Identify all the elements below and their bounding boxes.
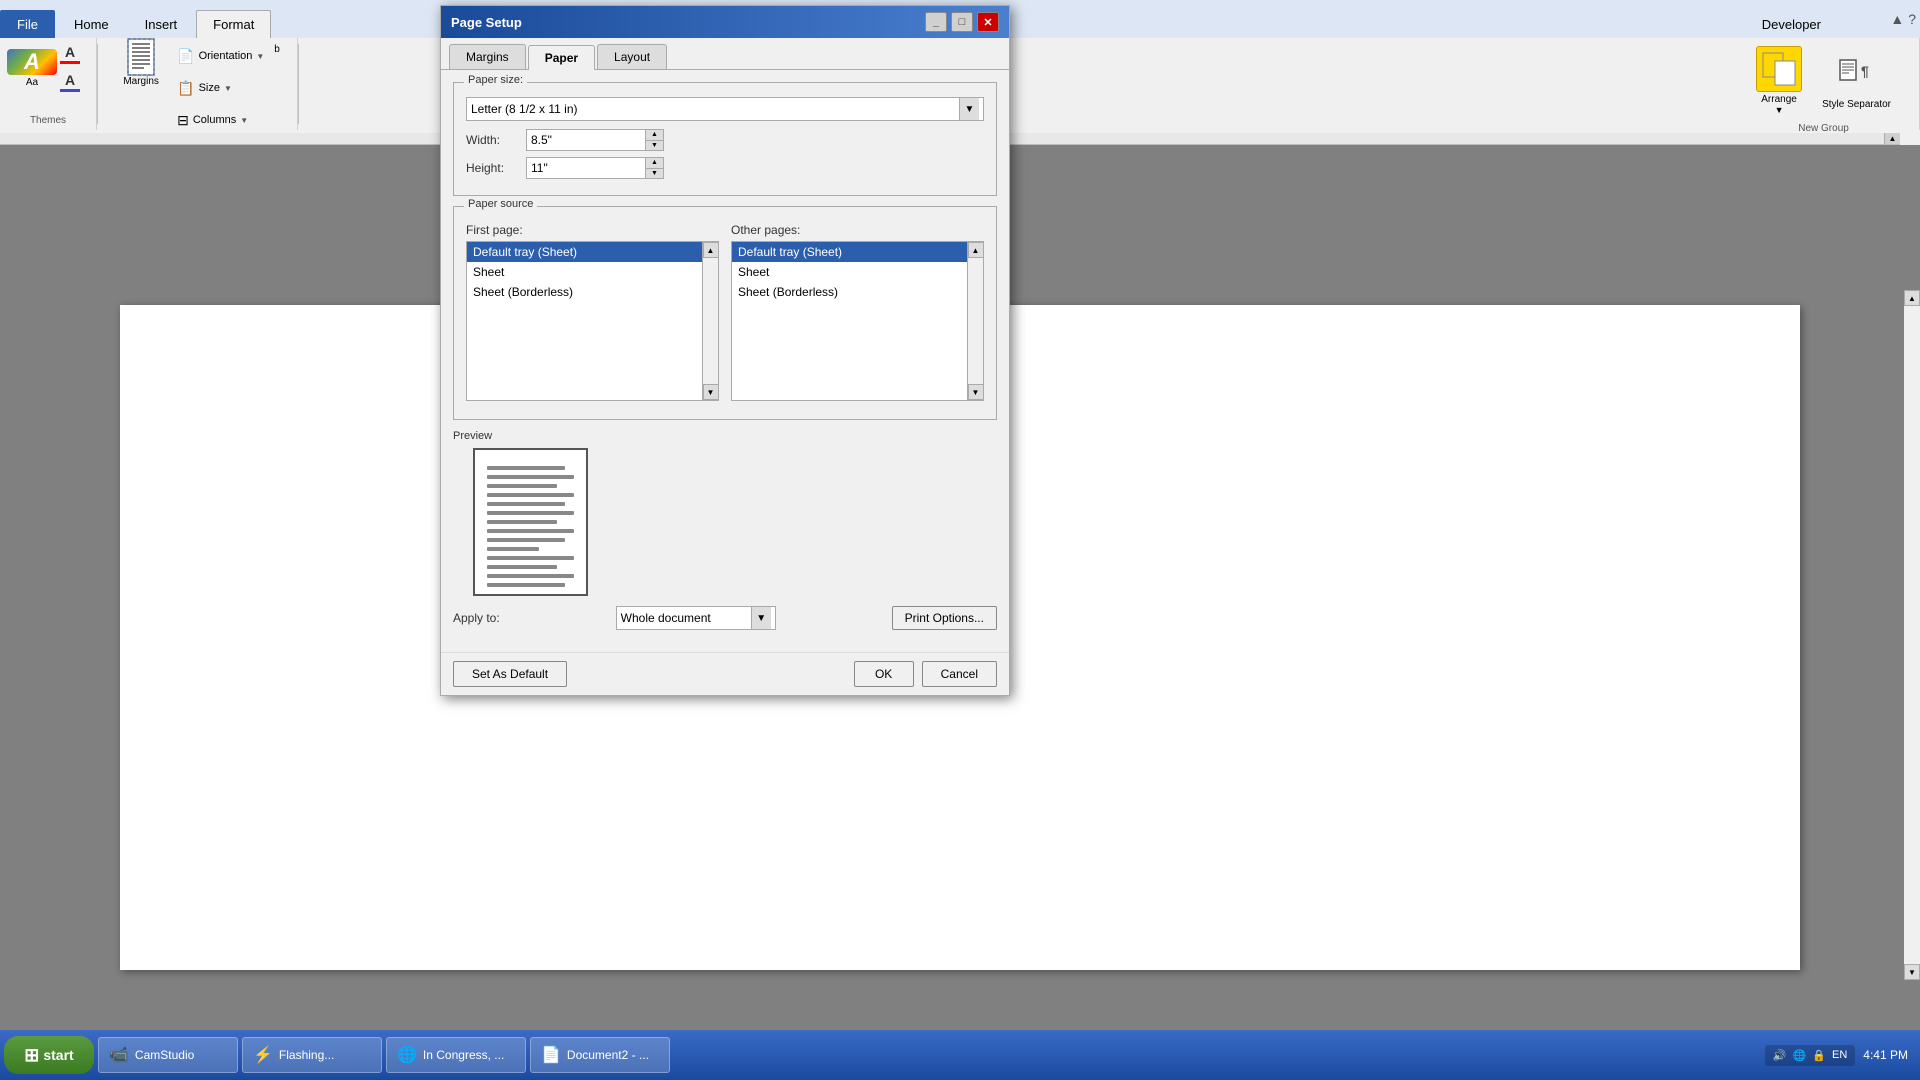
width-spinner[interactable]: ▲ ▼ bbox=[646, 129, 664, 151]
security-icon[interactable]: 🔒 bbox=[1812, 1049, 1826, 1062]
dialog-maximize-button[interactable]: □ bbox=[951, 12, 973, 32]
first-page-column: First page: Default tray (Sheet) Sheet S… bbox=[466, 223, 719, 401]
style-separator-icon: ¶ bbox=[1834, 51, 1880, 97]
apply-to-dropdown-arrow[interactable]: ▼ bbox=[751, 607, 771, 629]
set-as-default-button[interactable]: Set As Default bbox=[453, 661, 567, 687]
first-page-scroll-up[interactable]: ▲ bbox=[703, 242, 719, 258]
taskbar-item-camstudio[interactable]: 📹 CamStudio bbox=[98, 1037, 238, 1073]
svg-text:¶: ¶ bbox=[1861, 63, 1869, 79]
scroll-down-arrow[interactable]: ▼ bbox=[1904, 964, 1920, 980]
dialog-title: Page Setup bbox=[451, 15, 925, 30]
system-tray: 🔊 🌐 🔒 EN bbox=[1765, 1045, 1855, 1066]
height-spinner[interactable]: ▲ ▼ bbox=[646, 157, 664, 179]
dialog-content: Paper size: Letter (8 1/2 x 11 in) ▼ Wid… bbox=[441, 70, 1009, 652]
volume-icon[interactable]: 🔊 bbox=[1773, 1049, 1787, 1062]
apply-to-row: Apply to: Whole document ▼ Print Options… bbox=[453, 606, 997, 630]
start-logo: ⊞ bbox=[24, 1045, 39, 1066]
vertical-scrollbar[interactable]: ▲ ▼ bbox=[1904, 290, 1920, 980]
list-item[interactable]: Sheet (Borderless) bbox=[732, 282, 983, 302]
width-input[interactable]: 8.5" bbox=[526, 129, 646, 151]
tab-developer[interactable]: Developer bbox=[1745, 10, 1838, 38]
taskbar-right: 🔊 🌐 🔒 EN 4:41 PM bbox=[1765, 1045, 1916, 1066]
themes-icon: A bbox=[7, 49, 57, 75]
flashing-icon: ⚡ bbox=[253, 1045, 273, 1065]
dialog-tab-layout[interactable]: Layout bbox=[597, 44, 667, 69]
start-button[interactable]: ⊞ start bbox=[4, 1036, 94, 1074]
height-increment[interactable]: ▲ bbox=[646, 158, 663, 169]
list-item[interactable]: Default tray (Sheet) bbox=[467, 242, 718, 262]
paper-size-section: Paper size: Letter (8 1/2 x 11 in) ▼ Wid… bbox=[453, 82, 997, 196]
height-input[interactable]: 11" bbox=[526, 157, 646, 179]
apply-to-select[interactable]: Whole document ▼ bbox=[616, 606, 776, 630]
ribbon-help-button[interactable]: ? bbox=[1908, 11, 1916, 27]
margins-button[interactable]: Margins bbox=[115, 42, 167, 82]
camstudio-icon: 📹 bbox=[109, 1045, 129, 1065]
tab-home[interactable]: Home bbox=[57, 10, 126, 38]
arrange-icon bbox=[1756, 46, 1802, 92]
font-color-button[interactable]: A bbox=[56, 42, 84, 66]
dialog-close-button[interactable]: ✕ bbox=[977, 12, 999, 32]
taskbar-item-document[interactable]: 📄 Document2 - ... bbox=[530, 1037, 670, 1073]
network-icon[interactable]: 🌐 bbox=[1793, 1049, 1807, 1062]
other-pages-listbox[interactable]: Default tray (Sheet) Sheet Sheet (Border… bbox=[731, 241, 984, 401]
taskbar: ⊞ start 📹 CamStudio ⚡ Flashing... 🌐 In C… bbox=[0, 1030, 1920, 1080]
first-page-scroll-down[interactable]: ▼ bbox=[703, 384, 719, 400]
size-button[interactable]: 📋 Size ▼ bbox=[175, 74, 234, 102]
page-preview bbox=[473, 448, 588, 596]
highlight-button[interactable]: A bbox=[56, 70, 84, 94]
first-page-scroll-track bbox=[703, 258, 718, 384]
columns-button[interactable]: ⊟ Columns ▼ bbox=[175, 106, 250, 134]
height-decrement[interactable]: ▼ bbox=[646, 169, 663, 179]
language-icon: EN bbox=[1832, 1049, 1847, 1061]
tab-file[interactable]: File bbox=[0, 10, 55, 38]
ribbon-group-page-setup: Margins 📄 Orientation ▼ 📋 Size bbox=[98, 38, 298, 130]
dialog-titlebar: Page Setup _ □ ✕ bbox=[441, 6, 1009, 38]
themes-group-label: Themes bbox=[30, 111, 66, 126]
scroll-up-arrow[interactable]: ▲ bbox=[1904, 290, 1920, 306]
orientation-button[interactable]: 📄 Orientation ▼ bbox=[175, 42, 266, 70]
cancel-button[interactable]: Cancel bbox=[922, 661, 997, 687]
tab-insert[interactable]: Insert bbox=[128, 10, 195, 38]
other-pages-scrollbar[interactable]: ▲ ▼ bbox=[967, 242, 983, 400]
other-pages-scroll-track bbox=[968, 258, 983, 384]
dialog-minimize-button[interactable]: _ bbox=[925, 12, 947, 32]
list-item[interactable]: Default tray (Sheet) bbox=[732, 242, 983, 262]
tab-format[interactable]: Format bbox=[196, 10, 271, 38]
list-item[interactable]: Sheet bbox=[732, 262, 983, 282]
preview-section: Preview bbox=[453, 430, 997, 596]
first-page-listbox[interactable]: Default tray (Sheet) Sheet Sheet (Border… bbox=[466, 241, 719, 401]
word-icon: 📄 bbox=[541, 1045, 561, 1065]
dialog-tab-margins[interactable]: Margins bbox=[449, 44, 526, 69]
taskbar-item-incongress[interactable]: 🌐 In Congress, ... bbox=[386, 1037, 526, 1073]
other-pages-scroll-up[interactable]: ▲ bbox=[968, 242, 984, 258]
page-setup-dialog: Page Setup _ □ ✕ Margins Paper Layout Pa… bbox=[440, 5, 1010, 696]
dialog-button-row: Set As Default OK Cancel bbox=[441, 652, 1009, 695]
paper-size-select[interactable]: Letter (8 1/2 x 11 in) ▼ bbox=[466, 97, 984, 121]
first-page-scrollbar[interactable]: ▲ ▼ bbox=[702, 242, 718, 400]
ok-button[interactable]: OK bbox=[854, 661, 914, 687]
clock: 4:41 PM bbox=[1863, 1048, 1908, 1062]
list-item[interactable]: Sheet bbox=[467, 262, 718, 282]
style-separator-button[interactable]: ¶ Style Separator bbox=[1814, 47, 1899, 114]
print-options-button[interactable]: Print Options... bbox=[892, 606, 997, 630]
dialog-tab-row: Margins Paper Layout bbox=[441, 38, 1009, 70]
paper-source-section: Paper source First page: Default tray (S… bbox=[453, 206, 997, 420]
other-pages-scroll-down[interactable]: ▼ bbox=[968, 384, 984, 400]
paper-size-dropdown-arrow[interactable]: ▼ bbox=[959, 98, 979, 120]
list-item[interactable]: Sheet (Borderless) bbox=[467, 282, 718, 302]
width-increment[interactable]: ▲ bbox=[646, 130, 663, 141]
new-group-label: New Group bbox=[1798, 119, 1849, 134]
themes-button[interactable]: A Aa bbox=[12, 48, 52, 88]
arrange-button[interactable]: Arrange ▼ bbox=[1748, 42, 1810, 119]
browser-icon: 🌐 bbox=[397, 1045, 417, 1065]
scroll-track bbox=[1904, 306, 1920, 964]
taskbar-item-flashing[interactable]: ⚡ Flashing... bbox=[242, 1037, 382, 1073]
dialog-tab-paper[interactable]: Paper bbox=[528, 45, 595, 70]
ribbon-group-arrange: Arrange ▼ ¶ Sty bbox=[1736, 38, 1920, 130]
ribbon-group-themes: A Aa A A Themes bbox=[0, 38, 97, 130]
width-decrement[interactable]: ▼ bbox=[646, 141, 663, 151]
other-pages-column: Other pages: Default tray (Sheet) Sheet … bbox=[731, 223, 984, 401]
ribbon-collapse-button[interactable]: ▲ bbox=[1890, 11, 1904, 27]
